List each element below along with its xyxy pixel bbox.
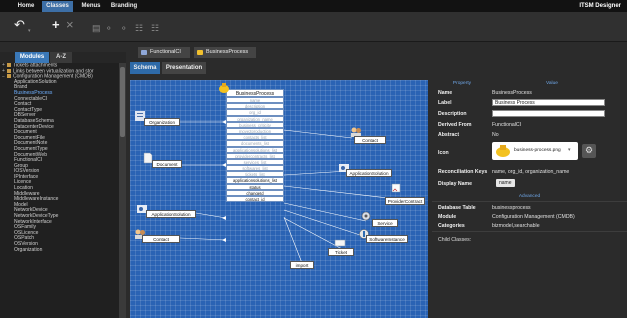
left-panel: Modules A-Z + Tickets attachments + Links b… xyxy=(0,52,126,318)
close-icon[interactable]: × xyxy=(66,18,74,32)
attribute-row[interactable]: contact_id xyxy=(226,196,284,203)
derived-from-value: FunctionalCI xyxy=(492,122,522,128)
class-box-document[interactable]: Document xyxy=(152,160,182,168)
edit-class-icon[interactable]: ▤ xyxy=(92,21,101,35)
tree-item-label: Organization xyxy=(14,246,43,253)
graph-add-icon[interactable]: ☷ xyxy=(151,21,159,35)
icon-filename: business-process.png xyxy=(514,148,561,153)
label-label: Label xyxy=(438,100,452,106)
description-field[interactable] xyxy=(492,110,605,117)
icon-settings-button[interactable]: ⚙ xyxy=(582,144,596,158)
graph-icon[interactable]: ☷ xyxy=(135,21,143,35)
service-icon xyxy=(360,210,372,222)
name-value: BusinessProcess xyxy=(492,90,532,96)
menu-tab-branding[interactable]: Branding xyxy=(108,1,140,12)
divider xyxy=(432,231,627,232)
menu-tab-home[interactable]: Home xyxy=(14,1,38,12)
app-window: Home Classes Menus Branding ITSM Designe… xyxy=(0,0,627,318)
module-tree: + Tickets attachments + Links between virtu… xyxy=(0,63,119,318)
reconciliation-keys-label: Reconciliation Keys xyxy=(438,169,488,175)
abstract-value: No xyxy=(492,132,499,138)
class-box-applicationsolution-left[interactable]: ApplicationSolution xyxy=(146,210,196,218)
gear-icon: ⚙ xyxy=(585,145,594,155)
tab-schema[interactable]: Schema xyxy=(130,62,160,74)
app-title: ITSM Designer xyxy=(579,3,621,9)
name-label: Name xyxy=(438,90,453,96)
business-process-icon xyxy=(218,82,230,94)
derived-from-label: Derived From xyxy=(438,122,472,128)
menu-tab-classes[interactable]: Classes xyxy=(42,1,73,12)
reconciliation-keys-value: name, org_id, organization_name xyxy=(492,169,570,175)
menu-bar: Home Classes Menus Branding ITSM Designe… xyxy=(0,0,627,12)
folder-icon xyxy=(7,63,11,67)
schema-canvas[interactable]: BusinessProcess name description org_id org… xyxy=(130,80,428,318)
tab-modules[interactable]: Modules xyxy=(15,52,49,63)
class-table-title: BusinessProcess xyxy=(226,89,284,97)
folder-icon xyxy=(7,74,11,79)
link-icon[interactable]: ⚬ xyxy=(105,21,113,35)
display-name-token[interactable]: name xyxy=(496,179,515,187)
class-box-import[interactable]: import xyxy=(290,261,314,269)
label-field-value: Business Process xyxy=(495,100,535,106)
undo-icon[interactable]: ↶ xyxy=(14,18,25,32)
label-field[interactable]: Business Process xyxy=(492,99,605,106)
tree-scrollbar[interactable] xyxy=(119,63,126,318)
class-icon xyxy=(141,50,147,55)
class-box-service[interactable]: Service xyxy=(372,219,398,227)
document-tabs: FunctionalCI BusinessProcess xyxy=(128,46,627,58)
doc-tab-functionalci[interactable]: FunctionalCI xyxy=(138,47,190,58)
provider-contract-icon xyxy=(390,182,402,194)
chevron-down-icon[interactable]: ▾ xyxy=(28,24,31,38)
link-add-icon[interactable]: ⚬ xyxy=(120,21,128,35)
properties-panel: Property Value Name BusinessProcess Labe… xyxy=(432,80,627,318)
database-table-value: businessprocess xyxy=(492,205,531,211)
view-tabs: Schema Presentation xyxy=(128,62,428,74)
module-label: Module xyxy=(438,214,457,220)
class-box-contact-left[interactable]: Contact xyxy=(142,235,180,243)
tab-presentation[interactable]: Presentation xyxy=(162,62,206,74)
advanced-section-header: Advanced xyxy=(518,194,541,199)
description-label: Description xyxy=(438,111,467,117)
class-box-softwareinstance[interactable]: SoftwareInstance xyxy=(366,235,408,243)
doc-tab-businessprocess[interactable]: BusinessProcess xyxy=(194,47,256,58)
class-box-contact-right[interactable]: Contact xyxy=(354,136,386,144)
child-classes-label: Child Classes: xyxy=(438,237,472,243)
tree-item[interactable]: Organization xyxy=(0,246,119,254)
icon-label: Icon xyxy=(438,150,449,156)
business-process-icon xyxy=(197,50,203,55)
class-box-providercontract[interactable]: ProviderContract xyxy=(385,197,425,205)
tab-a-z[interactable]: A-Z xyxy=(50,52,72,63)
property-column-header: Property xyxy=(452,81,472,86)
class-box-ticket[interactable]: Ticket xyxy=(328,248,354,256)
tree-scrollbar-thumb[interactable] xyxy=(120,67,125,137)
class-box-applicationsolution-right[interactable]: ApplicationSolution xyxy=(346,169,392,177)
abstract-label: Abstract xyxy=(438,132,460,138)
display-name-label: Display Name xyxy=(438,181,473,187)
module-value: Configuration Management (CMDB) xyxy=(492,214,575,220)
divider xyxy=(432,201,627,202)
chevron-down-icon[interactable]: ▾ xyxy=(568,147,571,153)
categories-value: bizmodel,searchable xyxy=(492,223,540,229)
plus-icon[interactable]: + xyxy=(52,18,60,32)
business-process-icon xyxy=(496,145,510,157)
folder-icon xyxy=(7,68,11,73)
database-table-label: Database Table xyxy=(438,205,476,211)
icon-picker[interactable]: business-process.png ▾ xyxy=(492,142,578,160)
toolbar: ↶ ▾ + × ▤ ⚬ ⚬ ☷ ☷ xyxy=(0,12,627,42)
class-box-organization[interactable]: Organization xyxy=(144,118,180,126)
categories-label: Categories xyxy=(438,223,465,229)
class-table-businessprocess[interactable]: BusinessProcess name description org_id org… xyxy=(226,89,284,203)
value-column-header: Value xyxy=(546,81,558,86)
menu-tab-menus[interactable]: Menus xyxy=(78,1,104,12)
